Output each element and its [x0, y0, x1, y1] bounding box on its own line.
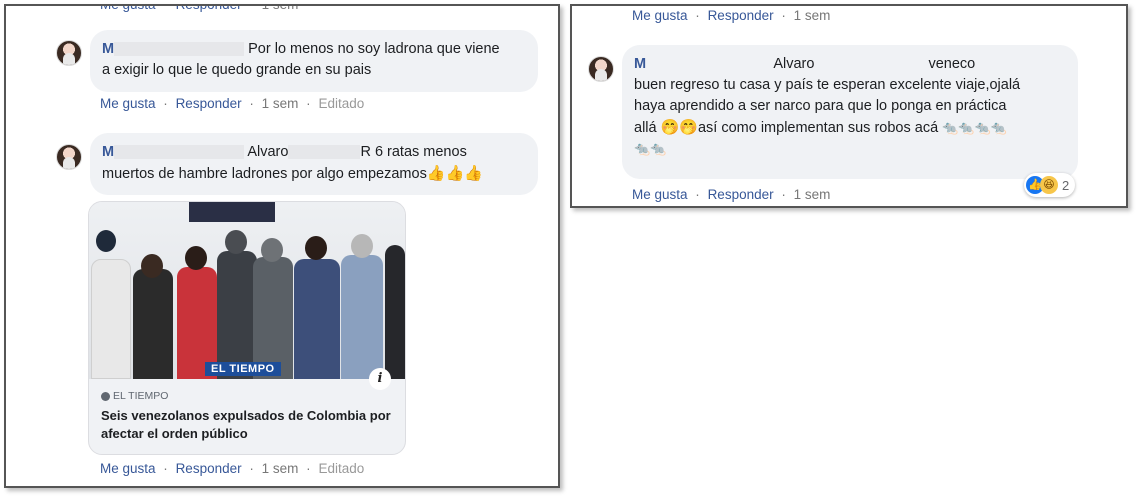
like-link[interactable]: Me gusta: [100, 461, 156, 476]
avatar[interactable]: [56, 40, 82, 66]
author-name[interactable]: M: [102, 41, 114, 57]
reply-link[interactable]: Responder: [176, 6, 242, 12]
timestamp[interactable]: 1 sem: [262, 96, 299, 111]
reply-link[interactable]: Responder: [708, 187, 774, 202]
thumbs-up-emojis: 👍👍👍: [426, 164, 483, 182]
like-link[interactable]: Me gusta: [632, 187, 688, 202]
reaction-count: 2: [1062, 177, 1070, 193]
timestamp[interactable]: 1 sem: [794, 8, 831, 23]
separator: ·: [306, 461, 311, 476]
separator: ·: [249, 96, 254, 111]
edited-label[interactable]: Editado: [318, 96, 364, 111]
comment-text: así como implementan sus robos acá: [697, 120, 939, 136]
edited-label[interactable]: Editado: [318, 461, 364, 476]
mentioned-user[interactable]: veneco: [928, 56, 975, 72]
avatar[interactable]: [588, 56, 614, 82]
separator: ·: [781, 8, 786, 23]
separator: ·: [249, 461, 254, 476]
rat-emojis: 🐀🐀: [634, 142, 667, 157]
link-source: EL TIEMPO: [101, 390, 168, 402]
comment-text: allá: [634, 120, 657, 136]
info-icon[interactable]: i: [369, 368, 391, 390]
right-screenshot-panel: Me gusta · Responder · 1 sem M Alvaro ven…: [570, 4, 1128, 208]
reactions-badge[interactable]: 👍 😆 2: [1024, 173, 1076, 197]
mentioned-user[interactable]: Alvaro: [773, 56, 814, 72]
reply-link[interactable]: Responder: [176, 461, 242, 476]
previous-comment-actions: Me gusta · Responder · 1 sem: [100, 4, 302, 12]
comment-bubble: M Alvaro veneco buen regreso tu casa y pa…: [622, 45, 1078, 179]
comment-bubble: M Por lo menos no soy ladrona que viene …: [90, 30, 538, 92]
comment-text: haya aprendido a ser narco para que lo p…: [634, 98, 1007, 114]
author-name[interactable]: M: [634, 56, 646, 72]
comment-actions: Me gusta · Responder · 1 sem: [632, 187, 834, 202]
timestamp[interactable]: 1 sem: [794, 187, 831, 202]
reply-link[interactable]: Responder: [176, 96, 242, 111]
like-link[interactable]: Me gusta: [100, 96, 156, 111]
link-preview-card[interactable]: EL TIEMPO i EL TIEMPO Seis venezolanos e…: [88, 201, 406, 455]
left-screenshot-panel: Me gusta · Responder · 1 sem M Por lo me…: [4, 4, 560, 488]
previous-comment-actions: Me gusta · Responder · 1 sem: [632, 8, 834, 23]
comment-text: buen regreso tu casa y país te esperan e…: [634, 77, 1021, 93]
giggle-emojis: 🤭🤭: [660, 118, 698, 136]
like-link[interactable]: Me gusta: [100, 6, 156, 12]
tv-screen: [189, 202, 275, 222]
timestamp[interactable]: 1 sem: [262, 6, 299, 12]
separator: ·: [695, 187, 700, 202]
redacted-name: [114, 42, 245, 57]
separator: ·: [781, 187, 786, 202]
comment-actions: Me gusta · Responder · 1 sem · Editado: [100, 96, 368, 111]
separator: ·: [163, 96, 168, 111]
news-photo: EL TIEMPO i: [89, 202, 405, 390]
link-title[interactable]: Seis venezolanos expulsados de Colombia …: [101, 407, 396, 443]
globe-icon: [101, 391, 110, 401]
haha-icon: 😆: [1040, 176, 1058, 194]
separator: ·: [306, 96, 311, 111]
separator: ·: [249, 4, 254, 12]
redacted-name: [114, 145, 245, 160]
redacted-name: [814, 57, 928, 71]
author-name[interactable]: M: [102, 144, 114, 160]
like-link[interactable]: Me gusta: [632, 8, 688, 23]
comment-text: a exigir lo que le quedo grande en su pa…: [102, 62, 372, 78]
comment-text: R 6 ratas menos: [360, 144, 467, 160]
comment-bubble: M Alvaro R 6 ratas menos muertos de hambr…: [90, 133, 538, 195]
redacted-name: [288, 145, 361, 160]
comment-actions: Me gusta · Responder · 1 sem · Editado: [100, 461, 368, 476]
timestamp[interactable]: 1 sem: [262, 461, 299, 476]
separator: ·: [163, 4, 168, 12]
el-tiempo-watermark: EL TIEMPO: [205, 362, 281, 376]
source-label: EL TIEMPO: [113, 390, 169, 402]
comment-text: muertos de hambre ladrones por algo empe…: [102, 166, 427, 182]
avatar[interactable]: [56, 144, 82, 170]
comment-text: Por lo menos no soy ladrona que viene: [248, 41, 500, 57]
reply-link[interactable]: Responder: [708, 8, 774, 23]
rat-emojis: 🐀🐀🐀🐀: [942, 121, 1007, 136]
mentioned-user[interactable]: Alvaro: [247, 144, 288, 160]
redacted-name: [646, 57, 770, 71]
separator: ·: [695, 8, 700, 23]
separator: ·: [163, 461, 168, 476]
